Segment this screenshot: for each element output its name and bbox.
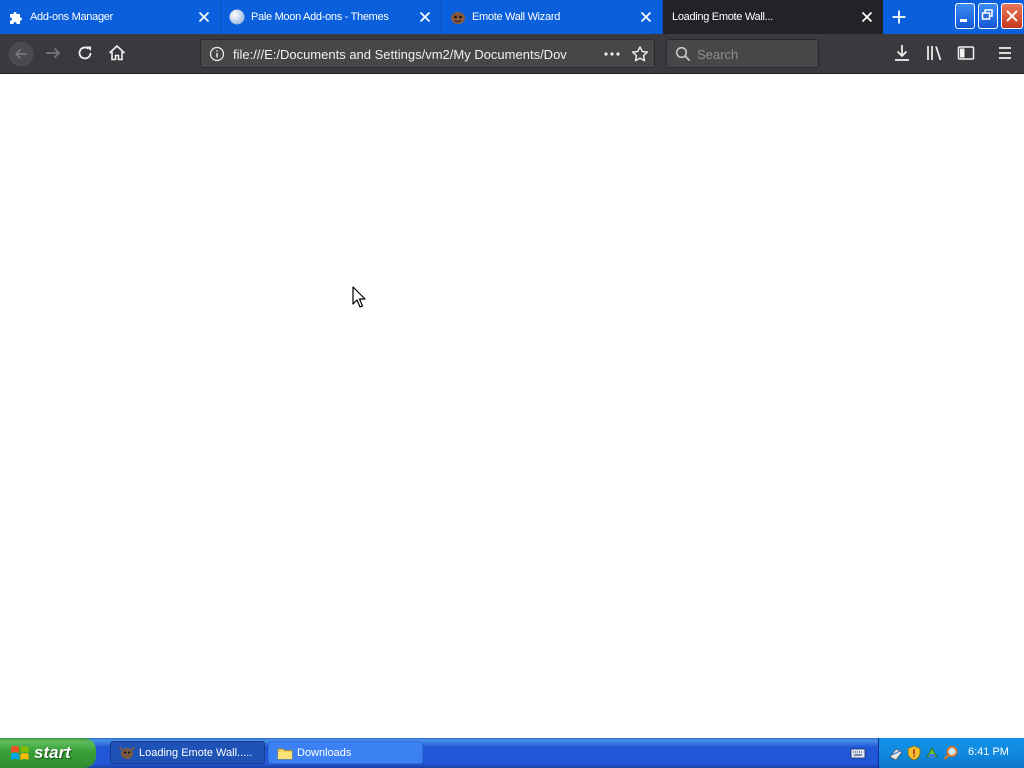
security-shield-icon[interactable] [906,745,922,761]
tab-loading-emote-wall[interactable]: Loading Emote Wall... [663,0,883,34]
restore-button[interactable] [978,3,998,29]
close-tab-icon[interactable] [417,9,433,25]
restore-icon [981,9,993,20]
keyboard-icon[interactable] [850,746,866,760]
info-icon[interactable] [209,46,225,62]
search-input[interactable] [695,44,814,64]
taskbar-item-downloads[interactable]: Downloads [268,741,423,764]
tab-addons-manager[interactable]: Add-ons Manager [0,0,221,34]
tab-label: Pale Moon Add-ons - Themes [251,11,389,23]
windows-logo-icon [11,746,29,760]
network-icon[interactable] [888,745,904,761]
folder-icon [277,748,293,760]
tab-emote-wall-wizard[interactable]: Emote Wall Wizard [442,0,663,34]
close-window-button[interactable] [1001,3,1023,29]
url-bar[interactable]: file:///E:/Documents and Settings/vm2/My… [200,39,655,68]
mouse-cursor-icon [352,286,366,308]
menu-hamburger-icon[interactable] [994,42,1016,64]
emote-icon [451,12,465,24]
tab-label: Emote Wall Wizard [472,11,561,23]
firefox-icon [119,746,135,759]
taskbar: start Loading Emote Wall..... Downloads [0,738,1024,768]
sidebar-icon[interactable] [955,42,977,64]
puzzle-icon [10,12,22,24]
tab-pale-moon-themes[interactable]: Pale Moon Add-ons - Themes [221,0,442,34]
clock[interactable]: 6:41 PM [968,746,1009,758]
taskbar-item-label: Loading Emote Wall..... [139,747,253,759]
taskbar-item-label: Downloads [297,747,352,759]
new-tab-icon[interactable] [891,9,907,25]
minimize-icon [960,19,967,22]
back-icon[interactable] [8,41,34,67]
navigation-toolbar: file:///E:/Documents and Settings/vm2/My… [0,34,1024,74]
close-tab-icon[interactable] [196,9,212,25]
downloads-icon[interactable] [891,42,913,64]
tab-strip: Add-ons Manager Pale Moon Add-ons - Them… [0,0,1024,34]
library-icon[interactable] [923,42,945,64]
search-bar[interactable] [666,39,819,68]
home-icon[interactable] [106,42,128,64]
system-tray: 6:41 PM [878,738,1024,768]
url-text[interactable]: file:///E:/Documents and Settings/vm2/My… [233,47,568,62]
forward-icon[interactable] [42,42,64,64]
close-tab-icon[interactable] [638,9,654,25]
page-actions-icon[interactable] [603,46,621,62]
page-content [0,74,1024,738]
safely-remove-hardware-icon[interactable] [924,745,940,761]
search-tray-icon[interactable] [943,745,959,761]
bookmark-star-icon[interactable] [631,45,649,63]
taskbar-item-browser[interactable]: Loading Emote Wall..... [110,741,265,764]
close-icon [1006,10,1018,22]
pale-moon-icon [229,9,245,25]
close-tab-icon[interactable] [859,9,875,25]
tab-label: Loading Emote Wall... [672,11,773,23]
start-button[interactable]: start [0,738,96,768]
reload-icon[interactable] [74,42,96,64]
start-label: start [34,743,71,762]
search-icon [675,46,691,62]
tab-label: Add-ons Manager [30,11,113,23]
minimize-button[interactable] [955,3,975,29]
